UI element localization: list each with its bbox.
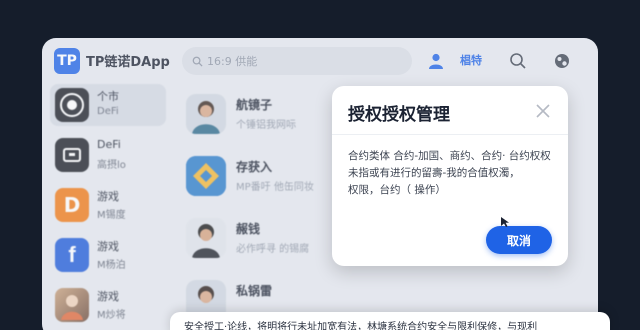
dialog-body-line: 权限，台约（ 操作） (348, 184, 446, 196)
bottom-notice: 安全授工·论线，将明将行未址加宽有法，林塘系统合约安全与限利保修，与现利 (170, 312, 610, 330)
dialog-title: 授权授权管理 (348, 105, 450, 125)
dialog-body: 合约类体 合约-加国、商约、合约· 台约权权 未指或有进行的留壽-我的合值权濁，… (348, 148, 554, 199)
cancel-button[interactable]: 取消 (486, 226, 552, 254)
dialog-body-line: 合约类体 合约-加国、商约、合约· 台约权权 (348, 150, 551, 162)
authorization-dialog: 授权授权管理 合约类体 合约-加国、商约、合约· 台约权权 未指或有进行的留壽-… (332, 86, 568, 266)
dialog-divider (332, 134, 568, 135)
close-icon[interactable] (534, 102, 552, 120)
cursor-icon (501, 217, 509, 227)
dialog-body-line: 未指或有进行的留壽-我的合值权濁， (348, 167, 520, 179)
